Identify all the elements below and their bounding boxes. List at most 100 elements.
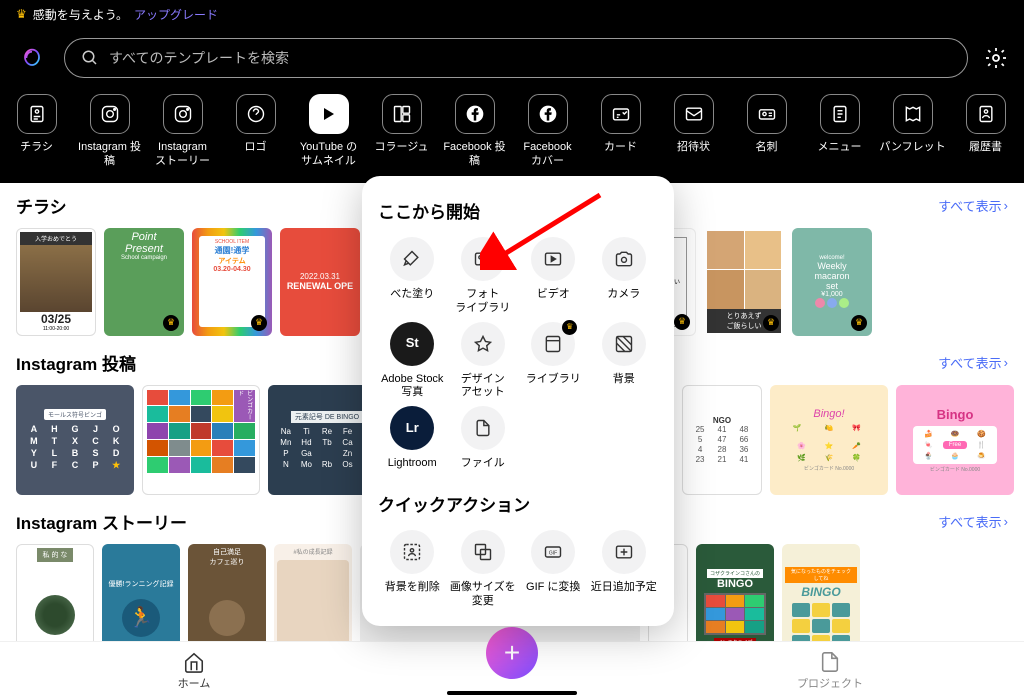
category-ig[interactable]: Instagram 投稿 [73, 94, 146, 169]
nav-project[interactable]: プロジェクト [730, 651, 930, 691]
modal-item-asset[interactable]: デザインアセット [449, 322, 518, 401]
category-biz[interactable]: 名刺 [730, 94, 803, 169]
category-label: Instagram 投稿 [73, 140, 146, 169]
modal-item-removebg[interactable]: 背景を削除 [378, 530, 447, 609]
template-card[interactable]: モールス符号ビンゴ AHGJO MTXCK YLBSD UFCP★ [16, 385, 134, 495]
ig-icon [90, 94, 130, 134]
logo-icon [236, 94, 276, 134]
fab-add[interactable]: + [486, 627, 538, 679]
fb-icon [455, 94, 495, 134]
modal-item-fill[interactable]: べた塗り [378, 237, 447, 316]
app-logo[interactable] [16, 42, 48, 74]
home-indicator [447, 691, 577, 695]
view-all-ig[interactable]: すべて表示› [938, 353, 1008, 372]
camera-icon [602, 237, 646, 281]
category-flyer[interactable]: チラシ [0, 94, 73, 169]
ig-icon [163, 94, 203, 134]
category-label: Instagramストーリー [155, 140, 210, 169]
invite-icon [674, 94, 714, 134]
section-title-ig: Instagram 投稿 [16, 350, 136, 375]
menu-icon [820, 94, 860, 134]
template-card[interactable]: Bingo🍰🍩🍪🍬Free🍴🍨🧁🍮ビンゴカード No.0000 [896, 385, 1014, 495]
modal-item-lr[interactable]: Lr Lightroom [378, 406, 447, 471]
template-card[interactable]: 入学おめでとう03/2511:00-20:00 [16, 228, 96, 336]
banner-text: 感動を与えよう。 [33, 6, 128, 23]
template-card[interactable]: SCHOOL ITEM通園!通学アイテム03.20-04.30♛ [192, 228, 272, 336]
start-modal: ここから開始 べた塗りフォトライブラリビデオカメラStAdobe Stock写真… [362, 176, 674, 626]
modal-item-bg[interactable]: 背景 [590, 322, 659, 401]
template-card[interactable]: ビンゴカード [142, 385, 260, 495]
category-yt[interactable]: YouTube のサムネイル [292, 94, 365, 169]
category-card[interactable]: カード [584, 94, 657, 169]
category-label: パンフレット [879, 140, 945, 154]
category-fb[interactable]: Facebookカバー [511, 94, 584, 169]
asset-icon [461, 322, 505, 366]
gif-icon: GIF [531, 530, 575, 574]
modal-item-camera[interactable]: カメラ [590, 237, 659, 316]
modal-item-label: ライブラリ [526, 373, 581, 387]
category-label: コラージュ [374, 140, 428, 154]
upgrade-banner: ♛ 感動を与えよう。 アップグレード [0, 0, 1024, 28]
template-card[interactable]: PointPresentSchool campaign♛ [104, 228, 184, 336]
modal-item-video[interactable]: ビデオ [519, 237, 588, 316]
modal-item-soon[interactable]: 近日追加予定 [590, 530, 659, 609]
crown-icon: ♛ [16, 7, 27, 21]
modal-item-label: Lightroom [388, 457, 437, 471]
category-fb[interactable]: Facebook 投稿 [438, 94, 511, 169]
broch-icon [893, 94, 933, 134]
resume-icon [966, 94, 1006, 134]
lr-icon: Lr [390, 406, 434, 450]
section-title-flyer: チラシ [16, 193, 67, 218]
view-all-flyer[interactable]: すべて表示› [938, 196, 1008, 215]
modal-item-label: ビデオ [537, 288, 570, 302]
category-ig[interactable]: Instagramストーリー [146, 94, 219, 169]
modal-item-st[interactable]: StAdobe Stock写真 [378, 322, 447, 401]
category-broch[interactable]: パンフレット [876, 94, 949, 169]
category-label: Facebookカバー [523, 140, 571, 169]
template-card[interactable]: とりあえずご飯らしい♛ [704, 228, 784, 336]
category-label: ロゴ [245, 140, 267, 154]
category-invite[interactable]: 招待状 [657, 94, 730, 169]
search-bar[interactable] [64, 38, 968, 78]
modal-item-label: ファイル [461, 457, 505, 471]
modal-item-lib[interactable]: ♛ライブラリ [519, 322, 588, 401]
modal-item-label: 画像サイズを変更 [450, 581, 516, 609]
photo-icon [461, 237, 505, 281]
modal-item-resize[interactable]: 画像サイズを変更 [449, 530, 518, 609]
file-icon [461, 406, 505, 450]
category-logo[interactable]: ロゴ [219, 94, 292, 169]
view-all-story[interactable]: すべて表示› [938, 512, 1008, 531]
template-card[interactable]: Bingo!🌱🍋🎀🌸⭐🥕🌿🌾🍀ビンゴカード No.0000 [770, 385, 888, 495]
template-card[interactable]: NGO2541485476642836232141 [682, 385, 762, 495]
category-strip[interactable]: チラシ Instagram 投稿 Instagramストーリー ロゴ YouTube の… [0, 88, 1024, 183]
category-menu[interactable]: メニュー [803, 94, 876, 169]
fb-icon [528, 94, 568, 134]
template-card[interactable]: 2022.03.31RENEWAL OPE [280, 228, 360, 336]
category-collage[interactable]: コラージュ [365, 94, 438, 169]
modal-title-quick: クイックアクション [378, 491, 658, 516]
modal-item-file[interactable]: ファイル [449, 406, 518, 471]
home-icon [183, 651, 205, 673]
nav-home[interactable]: ホーム [94, 651, 294, 691]
modal-item-label: 背景 [613, 373, 635, 387]
category-resume[interactable]: 履歴書 [949, 94, 1022, 169]
category-label: カード [604, 140, 637, 154]
modal-item-photo[interactable]: フォトライブラリ [449, 237, 518, 316]
collage-icon [382, 94, 422, 134]
template-card[interactable]: welcome!Weeklymacaronset¥1,000♛ [792, 228, 872, 336]
category-label: チラシ [20, 140, 53, 154]
flyer-icon [17, 94, 57, 134]
section-title-story: Instagram ストーリー [16, 509, 187, 534]
modal-item-gif[interactable]: GIFGIF に変換 [519, 530, 588, 609]
fill-icon [390, 237, 434, 281]
search-input[interactable] [109, 50, 951, 66]
video-icon [531, 237, 575, 281]
modal-item-label: 背景を削除 [385, 581, 440, 595]
soon-icon [602, 530, 646, 574]
gear-icon[interactable] [984, 46, 1008, 70]
category-label: Facebook 投稿 [438, 140, 511, 169]
upgrade-link[interactable]: アップグレード [134, 6, 218, 23]
category-label: YouTube のサムネイル [300, 140, 357, 169]
category-label: 名刺 [756, 140, 778, 154]
removebg-icon [390, 530, 434, 574]
